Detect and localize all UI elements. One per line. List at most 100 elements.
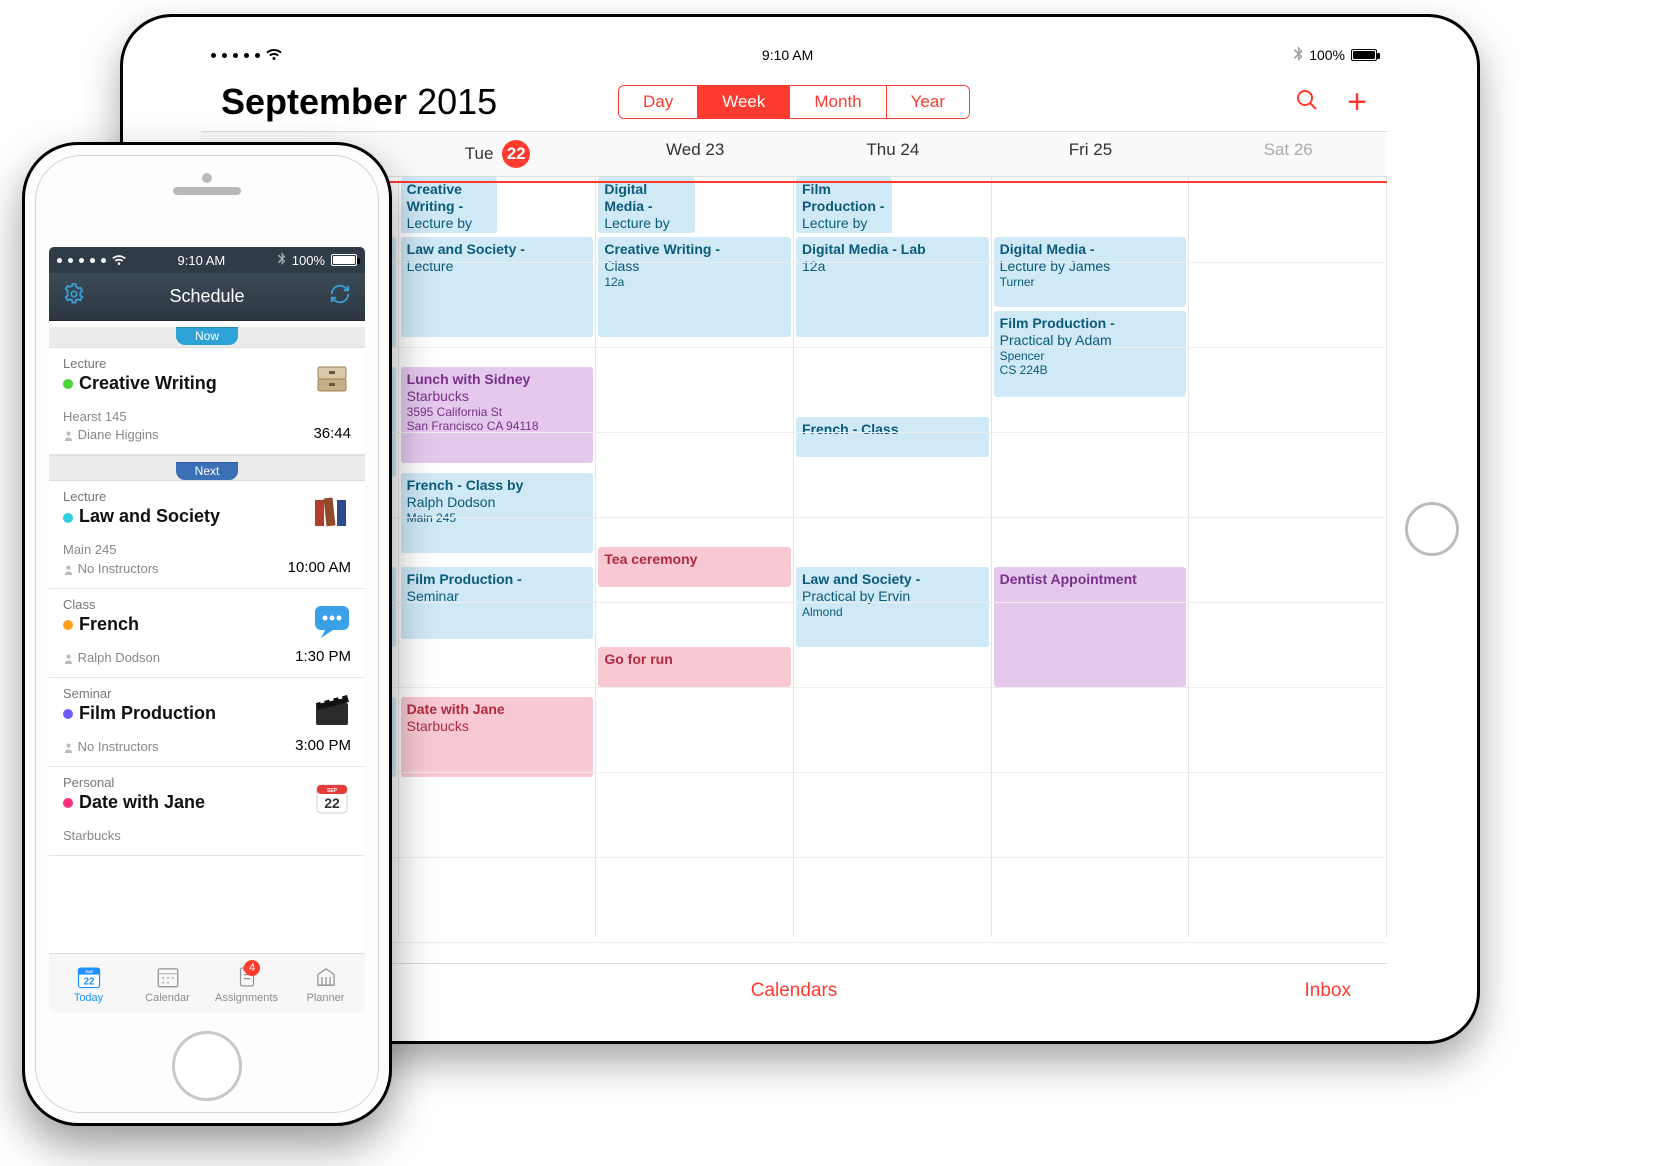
settings-gear-icon[interactable] <box>63 283 85 311</box>
item-meta: Main 245 No Instructors10:00 AM <box>63 541 351 577</box>
svg-text:TUE: TUE <box>84 968 92 973</box>
item-type: Lecture <box>63 489 351 504</box>
tab-planner[interactable]: Planner <box>286 954 365 1013</box>
item-glyph-icon <box>311 491 353 533</box>
item-title: Film Production <box>63 703 351 724</box>
calendar-event[interactable]: French - Class byRalph DodsonMain 245 <box>401 473 594 553</box>
item-meta: Hearst 145 Diane Higgins36:44 <box>63 408 351 444</box>
schedule-item[interactable]: Seminar Film Production No Instructors3:0… <box>49 678 365 767</box>
item-type: Personal <box>63 775 351 790</box>
calendar-event[interactable]: Tea ceremony <box>598 547 791 587</box>
calendar-event[interactable]: Law and Society -Lecture <box>401 237 594 337</box>
calendar-event[interactable]: Film Production -Lecture by AdamSpencer <box>796 177 892 233</box>
item-glyph-icon: SEP22 <box>311 777 353 819</box>
calendars-button[interactable]: Calendars <box>608 980 979 1002</box>
col-sat <box>1189 177 1387 937</box>
iphone-navbar: Schedule ● ○ ○ <box>49 273 365 321</box>
item-type: Class <box>63 597 351 612</box>
item-title: French <box>63 614 351 635</box>
tab-calendar[interactable]: Calendar <box>128 954 207 1013</box>
svg-text:SEP: SEP <box>327 788 338 794</box>
day-tue[interactable]: Tue 22 <box>399 132 597 176</box>
svg-text:22: 22 <box>324 795 340 811</box>
view-segmented-control: Day Week Month Year <box>618 85 970 119</box>
navbar-title: Schedule ● ○ ○ <box>169 286 244 307</box>
schedule-list[interactable]: Now Lecture Creative Writing Hearst 145 Dia… <box>49 321 365 953</box>
col-wed: Digital Media -Lecture by JamesTurnerCre… <box>596 177 794 937</box>
calendar-event[interactable]: Go for run <box>598 647 791 687</box>
assignments-badge: 4 <box>244 960 260 976</box>
wifi-icon <box>266 49 282 61</box>
calendar-event[interactable]: Lunch with SidneyStarbucks3595 Californi… <box>401 367 594 463</box>
refresh-icon[interactable] <box>329 283 351 311</box>
iphone-device-frame: 9:10 AM 100% Schedule ● ○ ○ Now Lecture Cr… <box>22 142 392 1126</box>
iphone-tabbar: TUE22 Today Calendar 4 Assignments Plann… <box>49 953 365 1013</box>
item-title: Creative Writing <box>63 373 351 394</box>
iphone-speaker <box>173 187 241 195</box>
item-meta: Ralph Dodson1:30 PM <box>63 649 351 667</box>
iphone-camera <box>202 173 212 183</box>
day-wed[interactable]: Wed 23 <box>596 132 794 176</box>
today-tab-icon: TUE 22 <box>76 964 102 990</box>
item-type: Seminar <box>63 686 351 701</box>
item-time: 3:00 PM <box>295 735 351 756</box>
schedule-item[interactable]: Class French Ralph Dodson1:30 PM <box>49 589 365 678</box>
battery-percent: 100% <box>1309 47 1345 63</box>
item-meta: Starbucks <box>63 827 351 845</box>
month-title: September 2015 <box>221 81 497 123</box>
calendar-event[interactable]: Digital Media -Lecture by JamesTurner <box>598 177 694 233</box>
item-time: 10:00 AM <box>288 557 351 578</box>
wifi-icon <box>112 255 126 266</box>
iphone-home-button[interactable] <box>172 1031 242 1101</box>
seg-month[interactable]: Month <box>790 86 886 118</box>
bluetooth-icon <box>1293 46 1303 64</box>
calendar-event[interactable]: Film Production -Practical by AdamSpence… <box>994 311 1187 397</box>
add-event-icon[interactable]: + <box>1347 85 1367 119</box>
calendar-event[interactable]: Film Production -Seminar <box>401 567 594 639</box>
planner-tab-icon <box>313 964 339 990</box>
col-tue: Creative Writing -Lecture by DianeHiggin… <box>399 177 597 937</box>
battery-icon <box>1351 49 1377 61</box>
inbox-button[interactable]: Inbox <box>980 980 1351 1002</box>
calendar-event[interactable]: Digital Media -Lecture by JamesTurner <box>994 237 1187 307</box>
now-pill: Now <box>176 327 238 345</box>
calendar-event[interactable]: Date with JaneStarbucks <box>401 697 594 777</box>
schedule-item[interactable]: Lecture Law and Society Main 245 No Instru… <box>49 481 365 588</box>
svg-text:22: 22 <box>83 976 94 987</box>
item-title: Law and Society <box>63 506 351 527</box>
calendar-event[interactable]: French - Class <box>796 417 989 457</box>
calendar-event[interactable]: Creative Writing -Lecture by DianeHiggin… <box>401 177 497 233</box>
item-glyph-icon <box>311 688 353 730</box>
item-type: Lecture <box>63 356 351 371</box>
item-meta: No Instructors3:00 PM <box>63 738 351 756</box>
iphone-status-bar: 9:10 AM 100% <box>49 247 365 273</box>
next-pill: Next <box>176 462 238 480</box>
item-glyph-icon <box>311 358 353 400</box>
col-thu: Film Production -Lecture by AdamSpencerD… <box>794 177 992 937</box>
day-thu[interactable]: Thu 24 <box>794 132 992 176</box>
day-fri[interactable]: Fri 25 <box>992 132 1190 176</box>
calendar-event[interactable]: Law and Society -Practical by ErvinAlmon… <box>796 567 989 647</box>
tab-assignments[interactable]: 4 Assignments <box>207 954 286 1013</box>
calendar-event[interactable]: Dentist Appointment <box>994 567 1187 687</box>
col-fri: Digital Media -Lecture by JamesTurnerFil… <box>992 177 1190 937</box>
schedule-item[interactable]: SEP22PersonalDate with JaneStarbucks <box>49 767 365 856</box>
iphone-screen: 9:10 AM 100% Schedule ● ○ ○ Now Lecture Cr… <box>49 247 365 1013</box>
ipad-home-button[interactable] <box>1405 502 1459 556</box>
tab-today[interactable]: TUE22 Today <box>49 954 128 1013</box>
schedule-item[interactable]: Lecture Creative Writing Hearst 145 Diane … <box>49 348 365 455</box>
calendar-event[interactable]: Digital Media - Lab12a <box>796 237 989 337</box>
seg-year[interactable]: Year <box>887 86 969 118</box>
day-sat[interactable]: Sat 26 <box>1189 132 1387 176</box>
calendar-header: September 2015 Day Week Month Year + <box>201 69 1387 131</box>
calendar-tab-icon <box>155 964 181 990</box>
seg-day[interactable]: Day <box>619 86 698 118</box>
seg-week[interactable]: Week <box>698 86 790 118</box>
: 100% <box>292 253 325 268</box>
calendar-event[interactable]: Creative Writing -Class12a <box>598 237 791 337</box>
bluetooth-icon <box>277 252 286 268</box>
status-time: 9:10 AM <box>178 253 226 268</box>
item-time: 1:30 PM <box>295 646 351 667</box>
search-icon[interactable] <box>1295 88 1319 117</box>
item-title: Date with Jane <box>63 792 351 813</box>
